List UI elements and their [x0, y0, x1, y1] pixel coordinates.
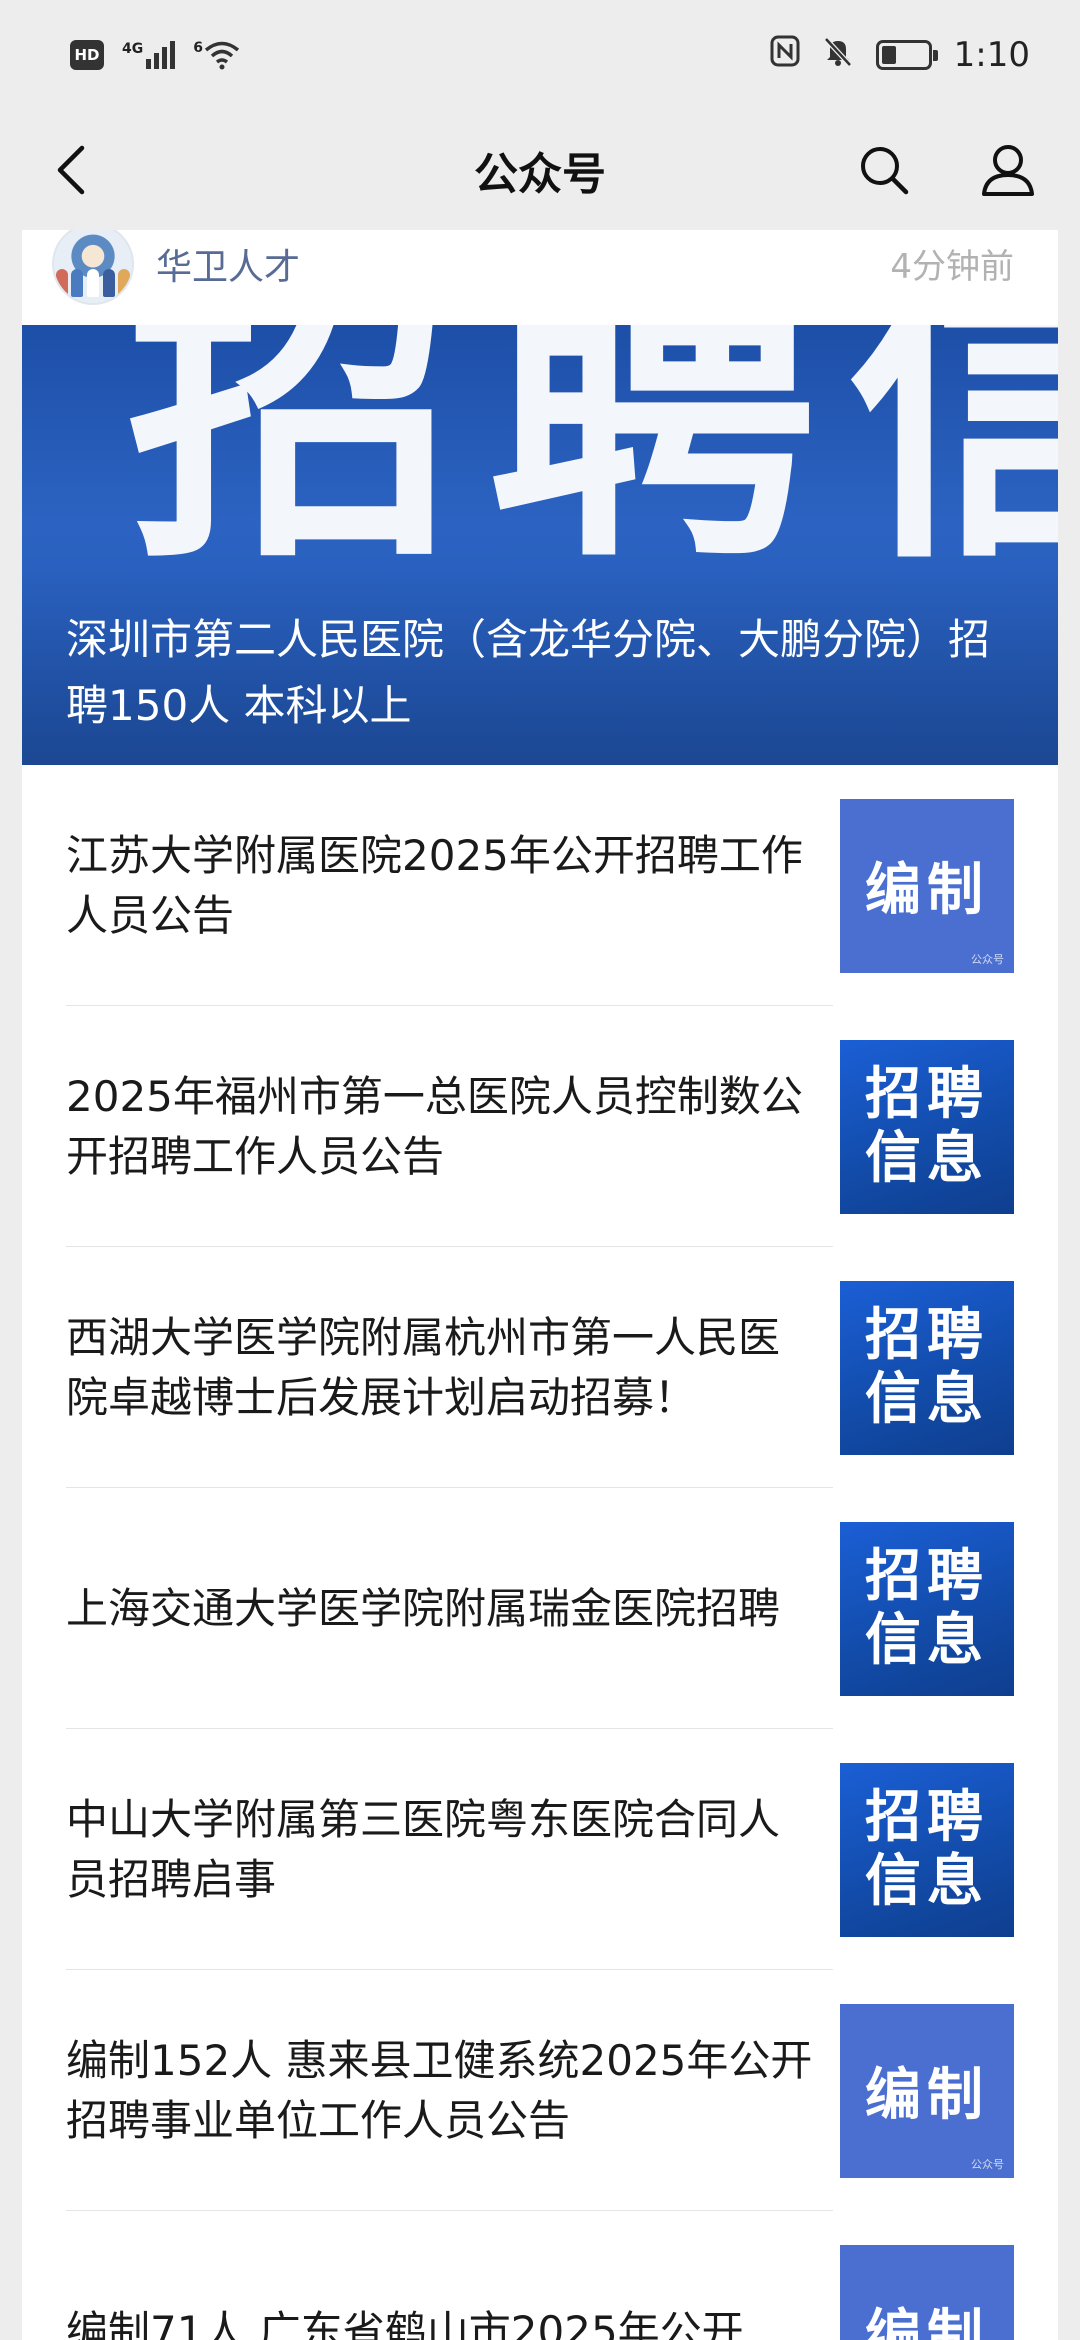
thumbnail-text-line2: 信息: [865, 1366, 989, 1432]
search-icon: [861, 147, 909, 195]
network-label: 4G: [122, 41, 144, 57]
list-item[interactable]: 2025年福州市第一总医院人员控制数公开招聘工作人员公告 招聘 信息: [22, 1006, 1058, 1247]
hero-article[interactable]: 招聘信息 深圳市第二人民医院（含龙华分院、大鹏分院）招聘150人 本科以上: [22, 325, 1058, 765]
article-list: 江苏大学附属医院2025年公开招聘工作人员公告 编制 公众号 2025年福州市第一总医…: [22, 765, 1058, 2340]
article-title: 江苏大学附属医院2025年公开招聘工作人员公告: [66, 830, 803, 940]
hd-badge: HD: [70, 40, 104, 70]
thumbnail-text-line1: 编制: [865, 2304, 989, 2340]
hero-title: 深圳市第二人民医院（含龙华分院、大鹏分院）招聘150人 本科以上: [66, 615, 991, 730]
wifi-label: 6: [193, 40, 203, 56]
post-time: 4分钟前: [890, 247, 1014, 287]
nav-actions: [852, 138, 1040, 202]
search-button[interactable]: [852, 138, 916, 202]
thumbnail-text-line2: 信息: [865, 1607, 989, 1673]
article-card: 华卫人才 4分钟前 招聘信息 深圳市第二人民医院（含龙华分院、大鹏分院）招聘15…: [22, 230, 1058, 2340]
nfc-icon: [770, 35, 800, 76]
clock: 1:10: [953, 35, 1030, 75]
thumbnail-text-line2: 信息: [865, 1848, 989, 1914]
article-title: 西湖大学医学院附属杭州市第一人民医院卓越博士后发展计划启动招募！: [66, 1312, 781, 1422]
thumbnail-text-line2: 信息: [865, 1125, 989, 1191]
article-thumbnail: 招聘 信息: [840, 1762, 1014, 1937]
list-item[interactable]: 编制152人 惠来县卫健系统2025年公开招聘事业单位工作人员公告 编制公众号: [22, 1970, 1058, 2211]
article-thumbnail: 招聘 信息: [840, 1280, 1014, 1455]
list-item[interactable]: 西湖大学医学院附属杭州市第一人民医院卓越博士后发展计划启动招募！ 招聘 信息: [22, 1247, 1058, 1488]
status-left: HD 4G 6: [70, 40, 241, 70]
nav-bar: 公众号: [0, 110, 1080, 230]
article-title: 2025年福州市第一总医院人员控制数公开招聘工作人员公告: [66, 1071, 803, 1181]
article-title: 编制71人 广东省鹤山市2025年公开: [66, 2306, 744, 2340]
thumbnail-text-line1: 招聘: [865, 1061, 989, 1127]
article-title: 中山大学附属第三医院粤东医院合同人员招聘启事: [66, 1794, 781, 1904]
list-item[interactable]: 中山大学附属第三医院粤东医院合同人员招聘启事 招聘 信息: [22, 1729, 1058, 1970]
mute-bell-icon: [822, 35, 854, 76]
thumbnail-text-line1: 招聘: [865, 1302, 989, 1368]
wifi-icon: 6: [193, 40, 241, 70]
chevron-left-icon: [57, 145, 85, 195]
article-thumbnail: 编制公众号: [840, 798, 1014, 973]
thumbnail-watermark: 公众号: [971, 2157, 1004, 2171]
person-icon: [982, 145, 1034, 196]
battery-icon: [875, 40, 938, 70]
account-avatar[interactable]: [52, 230, 134, 305]
signal-icon: 4G: [122, 41, 176, 69]
list-item[interactable]: 编制71人 广东省鹤山市2025年公开 编制: [22, 2211, 1058, 2340]
back-button[interactable]: [40, 138, 104, 202]
thumbnail-watermark: 公众号: [971, 952, 1004, 966]
list-item[interactable]: 江苏大学附属医院2025年公开招聘工作人员公告 编制公众号: [22, 765, 1058, 1006]
article-thumbnail: 编制: [840, 2244, 1014, 2340]
article-title: 上海交通大学医学院附属瑞金医院招聘: [66, 1583, 781, 1633]
account-name[interactable]: 华卫人才: [156, 238, 300, 290]
thumbnail-text-line1: 编制: [865, 2063, 989, 2128]
article-thumbnail: 编制公众号: [840, 2003, 1014, 2178]
thumbnail-text-line1: 编制: [865, 858, 989, 923]
profile-button[interactable]: [976, 138, 1040, 202]
thumbnail-text-line1: 招聘: [865, 1543, 989, 1609]
status-bar: HD 4G 6 1:10: [0, 0, 1080, 110]
article-thumbnail: 招聘 信息: [840, 1039, 1014, 1214]
article-title: 编制152人 惠来县卫健系统2025年公开招聘事业单位工作人员公告: [66, 2035, 813, 2145]
account-row[interactable]: 华卫人才 4分钟前: [22, 230, 1058, 325]
hero-image-text: 招聘信息: [127, 325, 1058, 602]
thumbnail-text-line1: 招聘: [865, 1784, 989, 1850]
list-item[interactable]: 上海交通大学医学院附属瑞金医院招聘 招聘 信息: [22, 1488, 1058, 1729]
article-thumbnail: 招聘 信息: [840, 1521, 1014, 1696]
status-right: 1:10: [770, 35, 1030, 76]
